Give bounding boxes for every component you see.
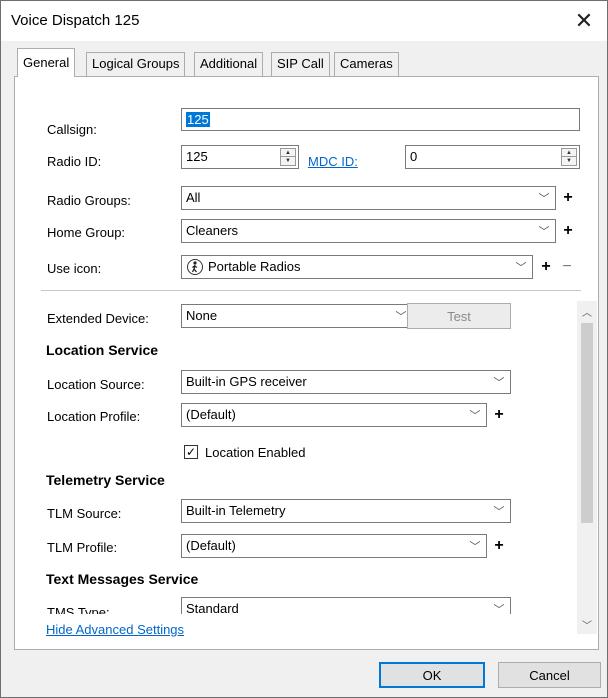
tms-type-select[interactable]: Standard ﹀ xyxy=(181,597,511,614)
use-icon-select[interactable]: Portable Radios ﹀ xyxy=(181,255,533,279)
extended-device-select[interactable]: None ﹀ xyxy=(181,304,413,328)
extended-device-value: None xyxy=(186,308,218,323)
cancel-button[interactable]: Cancel xyxy=(498,662,601,688)
location-enabled-checkbox[interactable]: ✓ xyxy=(184,445,198,459)
chevron-down-icon[interactable]: ﹀ xyxy=(464,535,486,557)
spin-up-icon[interactable]: ▲ xyxy=(281,149,295,157)
radio-id-label: Radio ID: xyxy=(47,154,102,169)
add-location-profile-button[interactable]: + xyxy=(489,403,509,427)
tms-type-label: TMS Type: xyxy=(47,605,110,614)
mdc-id-stepper[interactable]: 0 ▲ ▼ xyxy=(405,145,580,169)
tlm-source-label: TLM Source: xyxy=(47,506,122,521)
close-icon[interactable]: ✕ xyxy=(561,1,607,41)
use-icon-value: Portable Radios xyxy=(208,259,301,274)
tab-general[interactable]: General xyxy=(17,48,76,77)
home-group-select[interactable]: Cleaners ﹀ xyxy=(181,219,556,243)
chevron-down-icon[interactable]: ﹀ xyxy=(533,220,555,242)
remove-icon-button[interactable]: − xyxy=(557,255,577,279)
location-source-value: Built-in GPS receiver xyxy=(186,374,307,389)
home-group-value: Cleaners xyxy=(186,223,239,238)
use-icon-label: Use icon: xyxy=(47,261,102,276)
radio-groups-value: All xyxy=(186,190,201,205)
tlm-source-select[interactable]: Built-in Telemetry ﹀ xyxy=(181,499,511,523)
test-button[interactable]: Test xyxy=(407,303,511,329)
extended-device-label: Extended Device: xyxy=(47,311,149,326)
tlm-profile-label: TLM Profile: xyxy=(47,540,118,555)
home-group-label: Home Group: xyxy=(47,225,126,240)
spin-up-icon[interactable]: ▲ xyxy=(562,149,576,157)
add-radio-group-button[interactable]: + xyxy=(558,186,578,210)
vertical-scrollbar[interactable]: ︿ ﹀ xyxy=(577,301,597,634)
chevron-down-icon[interactable]: ﹀ xyxy=(533,187,555,209)
tms-type-value: Standard xyxy=(186,601,239,614)
add-home-group-button[interactable]: + xyxy=(558,219,578,243)
chevron-down-icon[interactable]: ﹀ xyxy=(488,371,510,393)
radio-id-spin-buttons[interactable]: ▲ ▼ xyxy=(280,148,296,166)
title-bar: Voice Dispatch 125 ✕ xyxy=(1,1,607,41)
text-messages-service-heading: Text Messages Service xyxy=(46,571,199,587)
tlm-source-value: Built-in Telemetry xyxy=(186,503,286,518)
location-source-select[interactable]: Built-in GPS receiver ﹀ xyxy=(181,370,511,394)
tab-additional[interactable]: Additional xyxy=(194,52,264,76)
scroll-up-icon[interactable]: ︿ xyxy=(577,301,597,321)
mdc-id-value: 0 xyxy=(410,149,418,164)
walking-person-icon xyxy=(187,259,203,275)
window-title: Voice Dispatch 125 xyxy=(11,12,140,29)
hide-advanced-settings-link[interactable]: Hide Advanced Settings xyxy=(46,622,184,637)
location-source-label: Location Source: xyxy=(47,377,145,392)
scrollbar-thumb[interactable] xyxy=(581,323,593,523)
spin-down-icon[interactable]: ▼ xyxy=(562,157,576,165)
dialog-window: Voice Dispatch 125 ✕ General Logical Gro… xyxy=(0,0,608,698)
tab-cameras[interactable]: Cameras xyxy=(334,52,399,76)
check-icon: ✓ xyxy=(185,445,197,459)
chevron-down-icon[interactable]: ﹀ xyxy=(488,598,510,614)
location-service-heading: Location Service xyxy=(46,342,159,358)
callsign-value: 125 xyxy=(186,112,210,127)
scroll-down-icon[interactable]: ﹀ xyxy=(577,614,597,634)
callsign-label: Callsign: xyxy=(47,122,97,137)
radio-groups-select[interactable]: All ﹀ xyxy=(181,186,556,210)
radio-groups-label: Radio Groups: xyxy=(47,193,131,208)
location-enabled-label: Location Enabled xyxy=(205,445,306,460)
ok-button[interactable]: OK xyxy=(379,662,485,688)
chevron-down-icon[interactable]: ﹀ xyxy=(488,500,510,522)
location-profile-value: (Default) xyxy=(186,407,236,422)
location-profile-select[interactable]: (Default) ﹀ xyxy=(181,403,487,427)
chevron-down-icon[interactable]: ﹀ xyxy=(464,404,486,426)
chevron-down-icon[interactable]: ﹀ xyxy=(510,256,532,278)
tlm-profile-select[interactable]: (Default) ﹀ xyxy=(181,534,487,558)
add-icon-button[interactable]: + xyxy=(536,255,556,279)
section-divider xyxy=(41,290,581,291)
tab-logical-groups[interactable]: Logical Groups xyxy=(86,52,186,76)
spin-down-icon[interactable]: ▼ xyxy=(281,157,295,165)
telemetry-service-heading: Telemetry Service xyxy=(46,472,165,488)
mdc-id-spin-buttons[interactable]: ▲ ▼ xyxy=(561,148,577,166)
add-tlm-profile-button[interactable]: + xyxy=(489,534,509,558)
callsign-input[interactable]: 125 xyxy=(181,108,580,131)
tlm-profile-value: (Default) xyxy=(186,538,236,553)
radio-id-stepper[interactable]: 125 ▲ ▼ xyxy=(181,145,299,169)
location-profile-label: Location Profile: xyxy=(47,409,141,424)
radio-id-value: 125 xyxy=(186,149,208,164)
mdc-id-link[interactable]: MDC ID: xyxy=(308,154,358,169)
tab-sip-call[interactable]: SIP Call xyxy=(271,52,330,76)
